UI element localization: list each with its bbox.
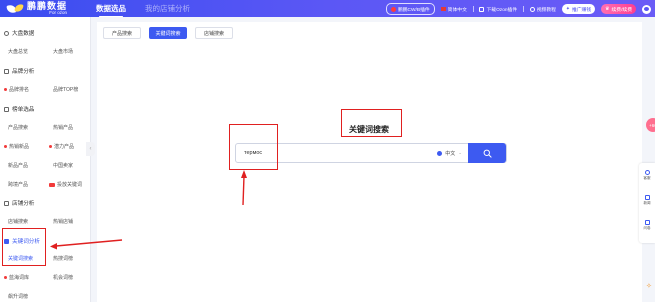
gift-icon: ✦ xyxy=(565,6,570,12)
video-tutorial-link[interactable]: 视频教程 xyxy=(529,6,556,13)
sidebar-item-hot-new[interactable]: 热销新品 xyxy=(4,143,29,150)
sidebar-item-product-search[interactable]: 产品搜索 xyxy=(8,124,28,131)
sidebar-collapse-button[interactable]: ‹ xyxy=(86,142,95,156)
sidebar-item-cross-border[interactable]: 跨境产品 xyxy=(8,181,28,188)
sidebar-item-potential[interactable]: 潜力产品 xyxy=(49,143,74,150)
divider xyxy=(472,6,474,12)
sidebar-section-market[interactable]: 大盘数据 xyxy=(4,29,34,37)
document-icon xyxy=(644,220,650,225)
sidebar-item-blue-ocean[interactable]: 蓝海词库 xyxy=(4,274,29,281)
page-title: 关键词搜索 xyxy=(349,125,389,134)
logo-mark-icon xyxy=(5,3,27,15)
headset-icon xyxy=(644,170,650,175)
bell-icon[interactable]: ✧ xyxy=(646,282,654,294)
chevron-down-icon: ⌄ xyxy=(458,150,462,155)
search-icon xyxy=(483,149,492,158)
divider xyxy=(523,6,524,12)
vip-button[interactable]: ♛ 续费/续费 xyxy=(601,4,636,14)
keyword-icon xyxy=(4,238,9,244)
language-switch[interactable]: 简体中文 xyxy=(440,6,467,13)
nav-my-shop-analysis[interactable]: 我的店铺分析 xyxy=(145,3,190,14)
sidebar-section-keywords[interactable]: 关键词分析 xyxy=(4,237,40,245)
app-logo[interactable]: 鹏鹏数据 For ozon xyxy=(5,1,67,16)
sidebar-item-hot-shops[interactable]: 热销店铺 xyxy=(53,218,73,225)
download-icon xyxy=(479,6,485,12)
sidebar-item-hot-keywords[interactable]: 热搜词榜 xyxy=(53,255,73,262)
keyword-search-box: 中文 ⌄ xyxy=(235,143,507,163)
sidebar-item-rising-keywords[interactable]: 飙升词榜 xyxy=(8,293,28,300)
dashboard-icon xyxy=(4,30,9,36)
play-icon xyxy=(529,6,535,12)
sidebar: 大盘数据 大盘总览 大盘市场 品牌分析 品牌排名 品牌TOP榜 榜单选品 产品搜… xyxy=(0,17,91,302)
sidebar-section-rankings[interactable]: 榜单选品 xyxy=(4,105,34,113)
avatar[interactable] xyxy=(642,4,651,14)
chart-icon xyxy=(4,106,9,112)
brand-icon xyxy=(4,68,9,74)
globe-icon xyxy=(437,150,443,156)
sidebar-item-shop-search[interactable]: 店铺搜索 xyxy=(8,218,28,225)
sidebar-section-brand[interactable]: 品牌分析 xyxy=(4,67,34,75)
float-item-survey[interactable]: 问卷 xyxy=(639,220,655,231)
news-icon xyxy=(644,195,650,200)
float-item-news[interactable]: 新闻 xyxy=(639,195,655,206)
crown-icon: ♛ xyxy=(605,6,610,12)
float-tool-panel: 客服 新闻 问卷 xyxy=(639,163,655,243)
sidebar-item-market[interactable]: 大盘市场 xyxy=(53,48,73,55)
logo-subtitle: For ozon xyxy=(49,9,68,15)
plugin-pill-button[interactable]: 鹏鹏CW/B插件 xyxy=(385,3,435,15)
sidebar-item-hot-products[interactable]: 热销产品 xyxy=(53,124,73,131)
main-panel: 产品搜索 关键词搜索 店铺搜索 关键词搜索 中文 ⌄ xyxy=(97,22,642,302)
tab-shop-search[interactable]: 店铺搜索 xyxy=(195,27,233,39)
sidebar-item-opportunity[interactable]: 机会词榜 xyxy=(53,274,73,281)
flag-icon xyxy=(440,7,446,11)
keyword-search-input[interactable] xyxy=(236,144,438,162)
float-item-service[interactable]: 客服 xyxy=(639,170,655,181)
sidebar-item-keyword-search[interactable]: 关键词搜索 xyxy=(8,255,33,262)
nav-data-selection[interactable]: 数据选品 xyxy=(96,3,126,17)
search-button[interactable] xyxy=(468,143,506,163)
sidebar-item-brand-top[interactable]: 品牌TOP榜 xyxy=(53,86,78,93)
promote-earn-button[interactable]: ✦ 推广赚钱 xyxy=(561,4,596,14)
shop-icon xyxy=(4,200,9,206)
new-dot-icon xyxy=(4,276,7,279)
sidebar-item-ad-keywords[interactable]: 投放关键词 xyxy=(49,181,82,188)
new-dot-icon xyxy=(4,88,7,91)
toolbar-right: 鹏鹏CW/B插件 简体中文 下载Ozon插件 视频教程 ✦ 推广赚钱 ♛ 续费/… xyxy=(385,3,651,15)
tab-keyword-search[interactable]: 关键词搜索 xyxy=(149,27,187,39)
new-dot-icon xyxy=(4,145,7,148)
top-bar: 鹏鹏数据 For ozon 数据选品 我的店铺分析 鹏鹏CW/B插件 简体中文 … xyxy=(0,0,655,17)
language-select[interactable]: 中文 ⌄ xyxy=(437,150,468,157)
sidebar-item-market-overview[interactable]: 大盘总览 xyxy=(8,48,28,55)
sidebar-item-new-products[interactable]: 新品产品 xyxy=(8,162,28,169)
new-dot-icon xyxy=(49,145,52,148)
download-plugin-link[interactable]: 下载Ozon插件 xyxy=(479,6,517,13)
search-tabs: 产品搜索 关键词搜索 店铺搜索 xyxy=(103,27,233,39)
plugin-icon xyxy=(390,6,396,12)
tab-product-search[interactable]: 产品搜索 xyxy=(103,27,141,39)
sidebar-item-china-sellers[interactable]: 中国卖家 xyxy=(53,162,73,169)
sidebar-section-shop[interactable]: 店铺分析 xyxy=(4,199,34,207)
float-promo-badge[interactable]: +66 xyxy=(646,118,655,132)
hot-tag-icon xyxy=(49,182,55,187)
chevron-left-icon: ‹ xyxy=(89,146,92,152)
sidebar-item-brand-rank[interactable]: 品牌排名 xyxy=(4,86,29,93)
